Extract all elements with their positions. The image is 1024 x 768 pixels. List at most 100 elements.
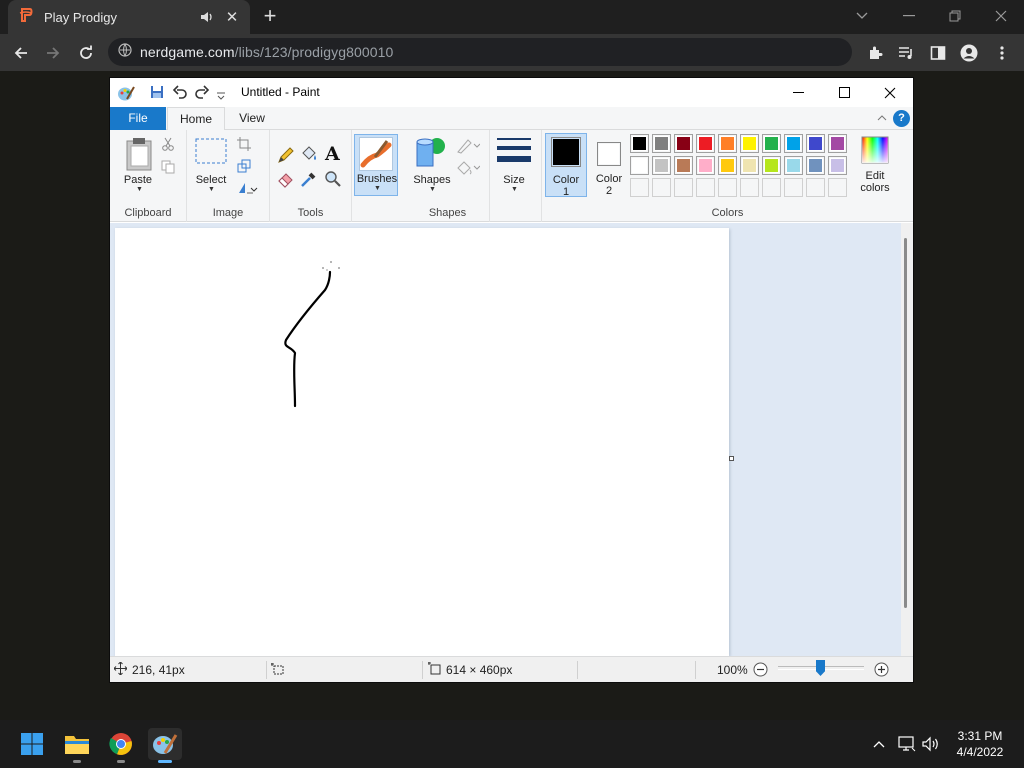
- canvas-resize-handle[interactable]: [729, 456, 734, 461]
- copy-icon[interactable]: [161, 160, 175, 179]
- custom-color-slot[interactable]: [652, 178, 671, 197]
- shapes-dropdown-icon[interactable]: ▼: [429, 186, 436, 193]
- browser-menu-icon[interactable]: [989, 40, 1015, 66]
- select-dropdown-icon[interactable]: ▼: [208, 186, 215, 193]
- media-control-icon[interactable]: [893, 40, 919, 66]
- address-bar[interactable]: nerdgame.com/libs/123/prodigyg800010: [108, 38, 852, 66]
- browser-tab-play-prodigy[interactable]: Play Prodigy ✕: [8, 0, 250, 34]
- resize-icon[interactable]: [237, 159, 251, 178]
- palette-swatch[interactable]: [828, 156, 847, 175]
- scrollbar-thumb[interactable]: [904, 238, 907, 608]
- size-button[interactable]: Size ▼: [494, 136, 534, 196]
- tab-close-icon[interactable]: ✕: [224, 8, 240, 26]
- crop-icon[interactable]: [237, 137, 251, 156]
- new-tab-button[interactable]: +: [260, 4, 280, 28]
- size-dropdown-icon[interactable]: ▼: [511, 186, 518, 193]
- zoom-in-icon[interactable]: [874, 662, 889, 680]
- palette-swatch[interactable]: [784, 156, 803, 175]
- palette-swatch[interactable]: [652, 134, 671, 153]
- shapes-button[interactable]: Shapes ▼: [412, 134, 452, 194]
- side-panel-icon[interactable]: [925, 40, 951, 66]
- outline-icon[interactable]: [456, 138, 481, 159]
- custom-color-slot[interactable]: [696, 178, 715, 197]
- customize-quick-access-icon[interactable]: [216, 88, 234, 106]
- custom-color-slot[interactable]: [762, 178, 781, 197]
- palette-swatch[interactable]: [740, 134, 759, 153]
- palette-swatch[interactable]: [696, 134, 715, 153]
- start-button[interactable]: [15, 728, 49, 760]
- eraser-icon[interactable]: [277, 170, 295, 193]
- custom-color-slot[interactable]: [828, 178, 847, 197]
- profile-avatar-icon[interactable]: [956, 40, 982, 66]
- brushes-dropdown-icon[interactable]: ▼: [374, 185, 381, 192]
- paint-close-button[interactable]: [867, 78, 913, 107]
- browser-close-button[interactable]: [978, 0, 1024, 32]
- save-icon[interactable]: [149, 84, 167, 102]
- fill-icon[interactable]: [456, 160, 481, 181]
- palette-swatch[interactable]: [674, 156, 693, 175]
- taskbar-chrome[interactable]: [104, 728, 138, 763]
- forward-button[interactable]: [40, 40, 66, 66]
- custom-color-slot[interactable]: [740, 178, 759, 197]
- palette-swatch[interactable]: [784, 134, 803, 153]
- custom-color-slot[interactable]: [630, 178, 649, 197]
- fill-bucket-icon[interactable]: [300, 145, 318, 168]
- drawing-canvas[interactable]: [115, 228, 729, 656]
- tab-search-icon[interactable]: [839, 0, 885, 32]
- palette-swatch[interactable]: [762, 156, 781, 175]
- show-hidden-icons-icon[interactable]: [868, 734, 890, 754]
- select-button[interactable]: Select ▼: [193, 136, 229, 193]
- paint-minimize-button[interactable]: [775, 78, 821, 107]
- vertical-scrollbar[interactable]: [901, 223, 913, 656]
- edit-colors-button[interactable]: Edit colors: [852, 133, 898, 197]
- collapse-ribbon-icon[interactable]: [876, 111, 888, 123]
- edit-colors-icon: [861, 136, 889, 164]
- site-info-icon[interactable]: [118, 42, 132, 62]
- taskbar-clock[interactable]: 3:31 PM 4/4/2022: [950, 728, 1010, 760]
- palette-swatch[interactable]: [630, 134, 649, 153]
- taskbar-paint[interactable]: [148, 728, 182, 763]
- tab-home[interactable]: Home: [167, 107, 225, 131]
- tab-audio-icon[interactable]: [200, 10, 214, 24]
- palette-swatch[interactable]: [696, 156, 715, 175]
- palette-swatch[interactable]: [652, 156, 671, 175]
- undo-icon[interactable]: [172, 84, 190, 102]
- paste-button[interactable]: Paste ▼: [122, 136, 158, 193]
- help-icon[interactable]: ?: [893, 110, 910, 127]
- extensions-icon[interactable]: [862, 40, 888, 66]
- text-tool-icon[interactable]: A: [325, 143, 340, 165]
- reload-button[interactable]: [73, 40, 99, 66]
- taskbar-file-explorer[interactable]: [60, 728, 94, 763]
- browser-minimize-button[interactable]: [886, 0, 932, 32]
- zoom-slider-thumb[interactable]: [816, 660, 825, 676]
- cut-icon[interactable]: [161, 137, 175, 156]
- color-picker-icon[interactable]: [300, 170, 318, 193]
- tab-file[interactable]: File: [110, 107, 166, 130]
- palette-swatch[interactable]: [806, 134, 825, 153]
- paste-dropdown-icon[interactable]: ▼: [136, 186, 143, 193]
- custom-color-slot[interactable]: [784, 178, 803, 197]
- brushes-button[interactable]: Brushes ▼: [354, 134, 398, 196]
- palette-swatch[interactable]: [828, 134, 847, 153]
- pencil-icon[interactable]: [277, 146, 295, 169]
- palette-swatch[interactable]: [630, 156, 649, 175]
- palette-swatch[interactable]: [718, 134, 737, 153]
- tab-view[interactable]: View: [227, 107, 277, 130]
- rotate-icon[interactable]: [237, 180, 259, 199]
- volume-icon[interactable]: [920, 734, 942, 754]
- custom-color-slot[interactable]: [674, 178, 693, 197]
- zoom-out-icon[interactable]: [753, 662, 768, 680]
- magnifier-icon[interactable]: [324, 170, 342, 193]
- redo-icon[interactable]: [194, 84, 212, 102]
- custom-color-slot[interactable]: [806, 178, 825, 197]
- palette-swatch[interactable]: [806, 156, 825, 175]
- palette-swatch[interactable]: [718, 156, 737, 175]
- custom-color-slot[interactable]: [718, 178, 737, 197]
- paint-maximize-button[interactable]: [821, 78, 867, 107]
- palette-swatch[interactable]: [740, 156, 759, 175]
- palette-swatch[interactable]: [762, 134, 781, 153]
- browser-restore-button[interactable]: [932, 0, 978, 32]
- palette-swatch[interactable]: [674, 134, 693, 153]
- back-button[interactable]: [8, 40, 34, 66]
- network-icon[interactable]: [896, 734, 918, 754]
